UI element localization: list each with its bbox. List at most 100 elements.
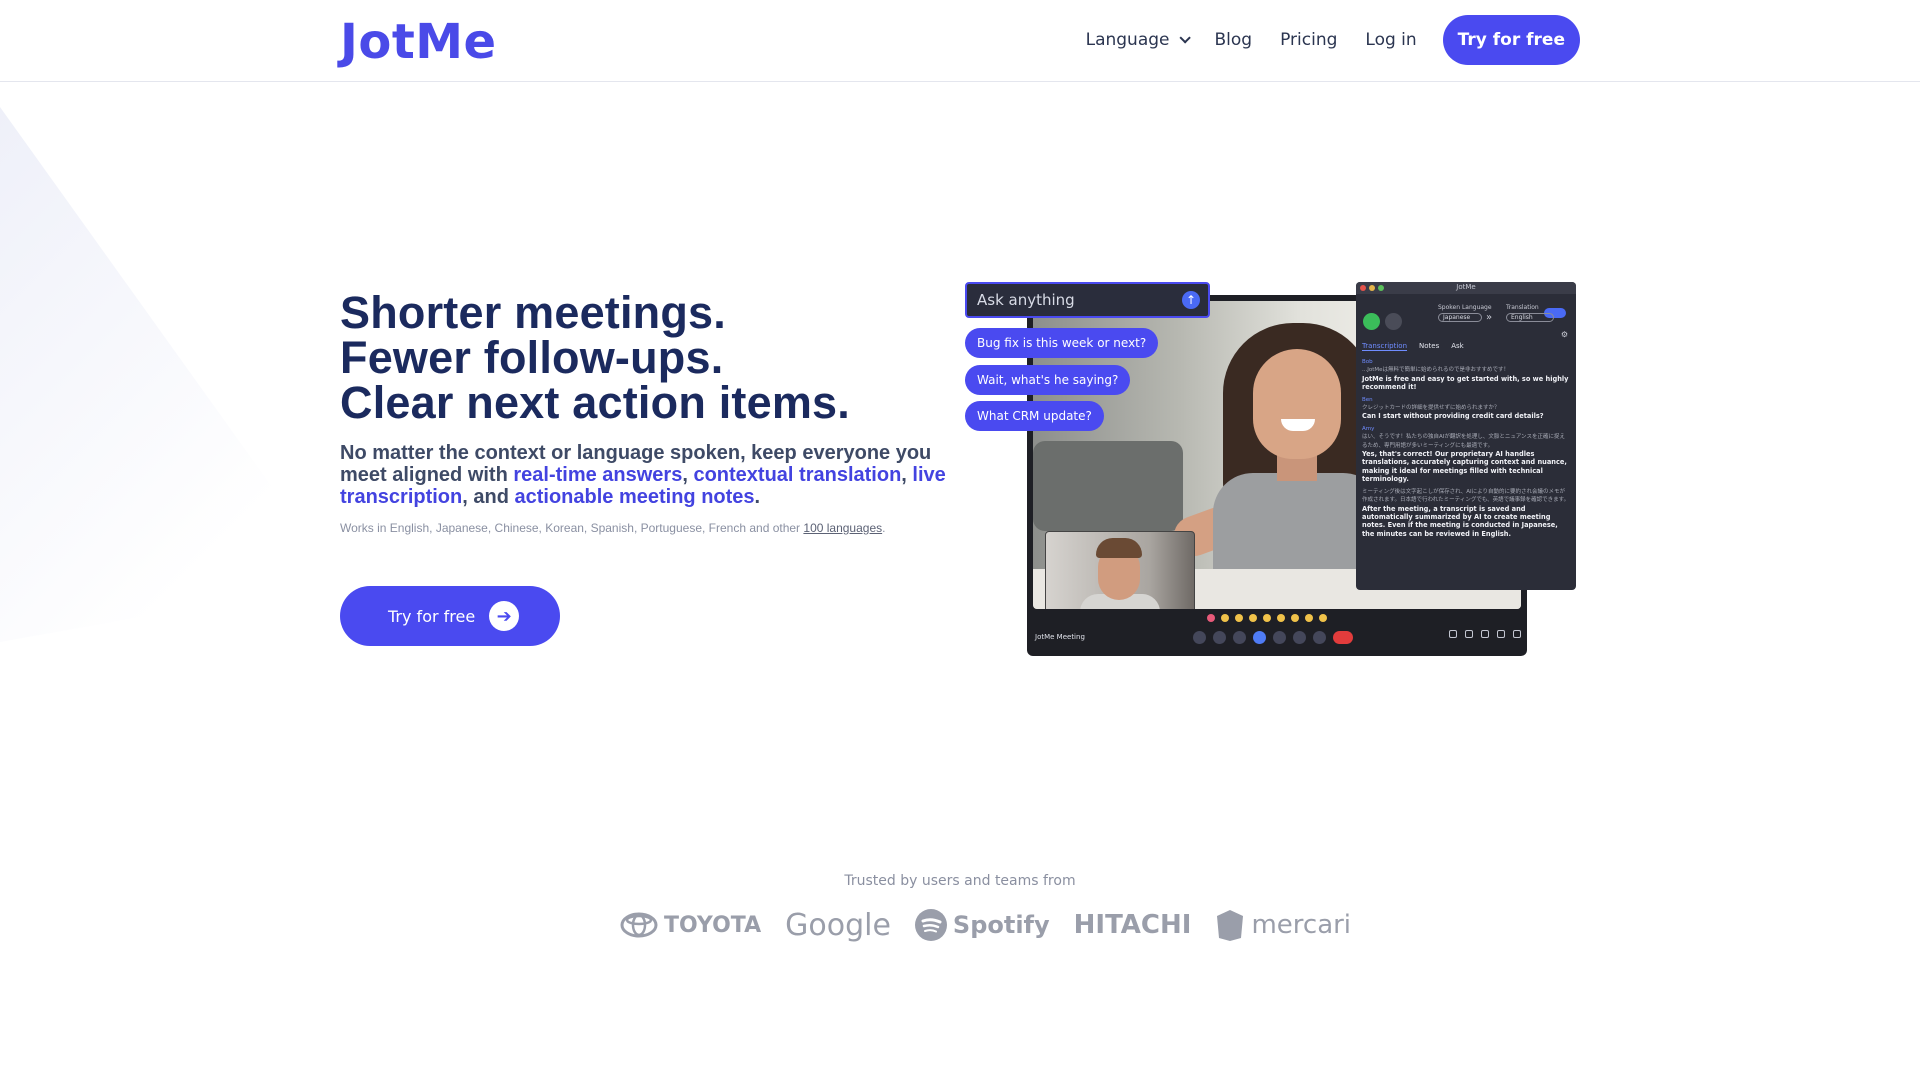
subtitle-sep: , (901, 464, 913, 486)
hero-try-free-button[interactable]: Try for free ➔ (340, 586, 560, 646)
hero-title-line: Shorter meetings. (340, 287, 726, 338)
original-text: ミーティング後は文字起こしが保存され、AIにより自動的に要約され会議のメモが作成… (1362, 488, 1570, 504)
tab-transcription[interactable]: Transcription (1362, 342, 1408, 351)
landing-page: JotMe Language Blog Pricing Log in Try f… (0, 0, 1920, 1080)
pause-icon[interactable] (1363, 313, 1380, 330)
mercari-wordmark: mercari (1251, 910, 1352, 940)
site-header: JotMe Language Blog Pricing Log in Try f… (0, 0, 1920, 82)
product-mockup: JotMe Meeting Ask anything ↑ Bug fix is … (965, 280, 1576, 660)
activities-icon[interactable] (1497, 630, 1505, 638)
hero-subtitle: No matter the context or language spoken… (340, 442, 960, 508)
send-arrow-up-icon[interactable]: ↑ (1182, 291, 1200, 309)
end-call-icon[interactable] (1333, 631, 1353, 644)
reaction-icon[interactable] (1277, 614, 1285, 622)
suggestion-chip[interactable]: What CRM update? (965, 401, 1104, 431)
toyota-emblem-icon (620, 912, 658, 938)
camera-icon[interactable] (1213, 631, 1226, 644)
tab-notes[interactable]: Notes (1419, 342, 1439, 351)
highlight-contextual-translation: contextual translation (693, 464, 902, 486)
transcript-entry: Ben クレジットカードの詳細を提供せずに始められますか？ Can I star… (1362, 396, 1570, 421)
record-icon[interactable] (1253, 631, 1266, 644)
lock-icon[interactable] (1513, 630, 1521, 638)
suggestion-chip[interactable]: Wait, what's he saying? (965, 365, 1131, 395)
transcript-entry: Amy はい、そうです！私たちの独自AIが翻訳を処理し、文脈とニュアンスを正確に… (1362, 425, 1570, 484)
speaker-name: Bob (1362, 359, 1373, 365)
languages-link[interactable]: 100 languages (803, 521, 882, 535)
reaction-icon[interactable] (1319, 614, 1327, 622)
hero-title: Shorter meetings. Fewer follow-ups. Clea… (340, 290, 960, 425)
participant-face (1253, 349, 1341, 459)
meeting-title: JotMe Meeting (1035, 633, 1085, 641)
settings-icon[interactable]: ⚙ (1561, 330, 1568, 339)
works-text: Works in English, Japanese, Chinese, Kor… (340, 521, 804, 535)
toyota-logo: TOYOTA (620, 912, 761, 938)
language-label: Language (1085, 30, 1170, 50)
transcript-entry: ミーティング後は文字起こしが保存され、AIにより自動的に要約され会議のメモが作成… (1362, 488, 1570, 538)
arrow-right-icon: ➔ (489, 601, 520, 631)
reaction-icon[interactable] (1263, 614, 1271, 622)
suggestion-chip[interactable]: Bug fix is this week or next? (965, 328, 1159, 358)
more-icon[interactable] (1313, 631, 1326, 644)
nav-login[interactable]: Log in (1365, 30, 1416, 50)
header-try-free-button[interactable]: Try for free (1442, 15, 1580, 65)
translated-text: After the meeting, a transcript is saved… (1362, 504, 1558, 538)
translation-language-select[interactable]: English (1506, 313, 1554, 322)
jotme-side-panel: JotMe Spoken Language Japanese » Transla… (1356, 282, 1576, 590)
original-text: はい、そうです！私たちの独自AIが翻訳を処理し、文脈とニュアンスを正確に捉えるた… (1362, 434, 1565, 449)
chevron-down-icon (1178, 32, 1191, 44)
hero-title-line: Fewer follow-ups. (340, 332, 724, 383)
translated-text: Can I start without providing credit car… (1362, 412, 1544, 421)
speaker-name: Amy (1362, 425, 1375, 432)
hitachi-wordmark: HITACHI (1073, 910, 1192, 940)
original-text: ...JotMeは無料で簡単に始められるので是非おすすめです！ (1362, 367, 1510, 374)
people-icon[interactable] (1465, 630, 1473, 638)
reaction-icon[interactable] (1235, 614, 1243, 622)
nav-blog[interactable]: Blog (1215, 30, 1253, 50)
original-text: クレジットカードの詳細を提供せずに始められますか？ (1362, 405, 1500, 412)
subtitle-sep: , and (462, 486, 515, 508)
meeting-side-controls (1441, 630, 1521, 638)
chat-icon[interactable] (1481, 630, 1489, 638)
tab-ask[interactable]: Ask (1451, 342, 1464, 351)
self-view-hair (1096, 538, 1142, 558)
hero-title-line: Clear next action items. (340, 377, 850, 428)
highlight-meeting-notes: actionable meeting notes (514, 486, 755, 508)
logo[interactable]: JotMe (340, 14, 497, 70)
google-wordmark: Google (785, 907, 891, 943)
brand-logos: TOYOTA Google Spotify HITACHI mercari (620, 905, 1375, 945)
panel-titlebar: JotMe (1356, 282, 1576, 294)
self-view-thumbnail (1045, 531, 1195, 609)
share-screen-icon[interactable] (1273, 631, 1286, 644)
reaction-icon[interactable] (1249, 614, 1257, 622)
mercari-logo: mercari (1215, 908, 1351, 942)
reaction-icon[interactable] (1221, 614, 1229, 622)
ask-input[interactable]: Ask anything ↑ (965, 282, 1210, 318)
nav-pricing[interactable]: Pricing (1280, 30, 1337, 50)
hero-cta-label: Try for free (388, 606, 476, 626)
hitachi-logo: HITACHI (1074, 910, 1192, 940)
toyota-wordmark: TOYOTA (664, 912, 762, 938)
speaker-name: Ben (1362, 396, 1373, 403)
transcript-list: Bob ...JotMeは無料で簡単に始められるので是非おすすめです！ JotM… (1362, 358, 1570, 542)
translation-label: Translation (1506, 304, 1539, 311)
subtitle-end: . (754, 486, 761, 508)
spoken-language-select[interactable]: Japanese (1438, 313, 1482, 322)
panel-app-name: JotMe (1456, 283, 1476, 291)
supported-languages-note: Works in English, Japanese, Chinese, Kor… (340, 521, 885, 535)
captions-icon[interactable] (1233, 631, 1246, 644)
reaction-icon[interactable] (1291, 614, 1299, 622)
works-suffix: . (882, 521, 886, 535)
reaction-icon[interactable] (1305, 614, 1313, 622)
stop-icon[interactable] (1385, 313, 1402, 330)
language-dropdown[interactable]: Language (1085, 30, 1191, 50)
info-icon[interactable] (1449, 630, 1457, 638)
main-nav: Language Blog Pricing Log in Try for fre… (1086, 15, 1580, 65)
reaction-bar (1207, 614, 1333, 622)
raise-hand-icon[interactable] (1293, 631, 1306, 644)
google-logo: Google (785, 908, 891, 943)
mic-icon[interactable] (1193, 631, 1206, 644)
reaction-icon[interactable] (1207, 614, 1215, 622)
translated-text: Yes, that's correct! Our proprietary AI … (1362, 450, 1567, 484)
spoken-language-label: Spoken Language (1438, 304, 1492, 311)
mercari-box-icon (1217, 910, 1244, 941)
